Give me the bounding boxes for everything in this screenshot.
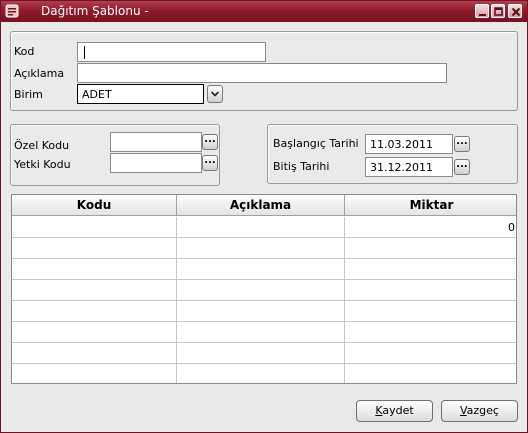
- table-row[interactable]: [12, 343, 516, 364]
- table-cell[interactable]: 0: [345, 217, 516, 238]
- table-cell[interactable]: [12, 238, 177, 259]
- title-bar[interactable]: Dağıtım Şablonu -: [1, 1, 527, 22]
- table-cell[interactable]: [345, 301, 516, 322]
- vazgec-button[interactable]: Vazgeç: [441, 400, 518, 422]
- close-button[interactable]: [508, 4, 522, 18]
- yetki-kodu-input[interactable]: [110, 153, 202, 173]
- baslangic-tarihi-label: Başlangıç Tarihi: [273, 137, 359, 150]
- table-cell[interactable]: [345, 322, 516, 343]
- vazgec-accelerator: V: [460, 404, 467, 417]
- table-row[interactable]: [12, 301, 516, 322]
- birim-value: ADET: [82, 88, 112, 101]
- aciklama-input[interactable]: [77, 63, 447, 83]
- table-cell[interactable]: [177, 343, 345, 364]
- ellipsis-icon: ...: [204, 134, 216, 145]
- baslangic-tarihi-picker-button[interactable]: ...: [454, 136, 470, 152]
- table-row[interactable]: [12, 322, 516, 343]
- table-cell[interactable]: [345, 280, 516, 301]
- ozel-kodu-label: Özel Kodu: [14, 139, 70, 152]
- ozel-kodu-lookup-button[interactable]: ...: [202, 134, 218, 150]
- ellipsis-icon: ...: [456, 159, 468, 170]
- yetki-kodu-lookup-button[interactable]: ...: [202, 155, 218, 171]
- table-cell[interactable]: [345, 238, 516, 259]
- baslangic-tarihi-value: 11.03.2011: [370, 138, 433, 151]
- table-cell[interactable]: [177, 217, 345, 238]
- vazgec-label: azgeç: [466, 404, 499, 417]
- distribution-grid[interactable]: Kodu Açıklama Miktar 0: [11, 194, 517, 384]
- bitis-tarihi-label: Bitiş Tarihi: [273, 160, 330, 173]
- ozel-kodu-input[interactable]: [110, 132, 202, 152]
- bitis-tarihi-value: 31.12.2011: [370, 161, 433, 174]
- table-cell[interactable]: [177, 301, 345, 322]
- table-cell[interactable]: [12, 364, 177, 383]
- baslangic-tarihi-input[interactable]: 11.03.2011: [365, 134, 453, 154]
- table-cell[interactable]: [12, 280, 177, 301]
- maximize-button[interactable]: [491, 4, 505, 18]
- birim-dropdown-button[interactable]: [207, 85, 223, 103]
- table-row[interactable]: 0: [12, 217, 516, 238]
- table-cell[interactable]: [12, 301, 177, 322]
- codes-panel: Özel Kodu ... Yetki Kodu ...: [10, 124, 220, 186]
- table-cell[interactable]: [177, 364, 345, 383]
- header-form-panel: Kod Açıklama Birim ADET: [10, 31, 518, 111]
- chevron-down-icon: [210, 91, 220, 97]
- table-row[interactable]: [12, 259, 516, 280]
- minimize-icon: [479, 14, 486, 16]
- table-cell[interactable]: [12, 343, 177, 364]
- dates-panel: Başlangıç Tarihi 11.03.2011 ... Bitiş Ta…: [267, 124, 518, 184]
- aciklama-label: Açıklama: [14, 67, 65, 80]
- table-cell[interactable]: [345, 343, 516, 364]
- ellipsis-icon: ...: [456, 136, 468, 147]
- table-cell[interactable]: [177, 322, 345, 343]
- table-row[interactable]: [12, 364, 516, 383]
- table-cell[interactable]: [177, 238, 345, 259]
- table-cell[interactable]: [345, 259, 516, 280]
- column-header-aciklama[interactable]: Açıklama: [177, 195, 345, 216]
- table-row[interactable]: [12, 280, 516, 301]
- bitis-tarihi-picker-button[interactable]: ...: [454, 159, 470, 175]
- minimize-button[interactable]: [475, 4, 489, 18]
- yetki-kodu-label: Yetki Kodu: [14, 158, 71, 171]
- column-header-miktar[interactable]: Miktar: [345, 195, 516, 216]
- grid-header: Kodu Açıklama Miktar: [12, 195, 516, 216]
- table-cell[interactable]: [12, 259, 177, 280]
- column-header-kodu[interactable]: Kodu: [12, 195, 177, 216]
- ellipsis-icon: ...: [204, 155, 216, 166]
- bitis-tarihi-input[interactable]: 31.12.2011: [365, 157, 453, 177]
- table-cell[interactable]: [12, 322, 177, 343]
- table-cell[interactable]: [177, 280, 345, 301]
- table-cell[interactable]: [177, 259, 345, 280]
- kaydet-label: aydet: [382, 404, 414, 417]
- kod-label: Kod: [14, 45, 35, 58]
- table-cell[interactable]: [12, 217, 177, 238]
- text-caret: [84, 46, 85, 59]
- table-row[interactable]: [12, 238, 516, 259]
- close-icon: [511, 7, 521, 17]
- birim-select[interactable]: ADET: [77, 84, 204, 104]
- table-cell[interactable]: [345, 364, 516, 383]
- dagitim-sablonu-window: Dağıtım Şablonu - Kod Açıklama Birim ADE…: [0, 0, 528, 433]
- kaydet-button[interactable]: Kaydet: [356, 400, 433, 422]
- kod-input[interactable]: [77, 42, 266, 62]
- maximize-icon: [494, 7, 503, 16]
- birim-label: Birim: [14, 88, 43, 101]
- app-icon: [5, 4, 19, 18]
- window-title: Dağıtım Şablonu -: [41, 4, 149, 18]
